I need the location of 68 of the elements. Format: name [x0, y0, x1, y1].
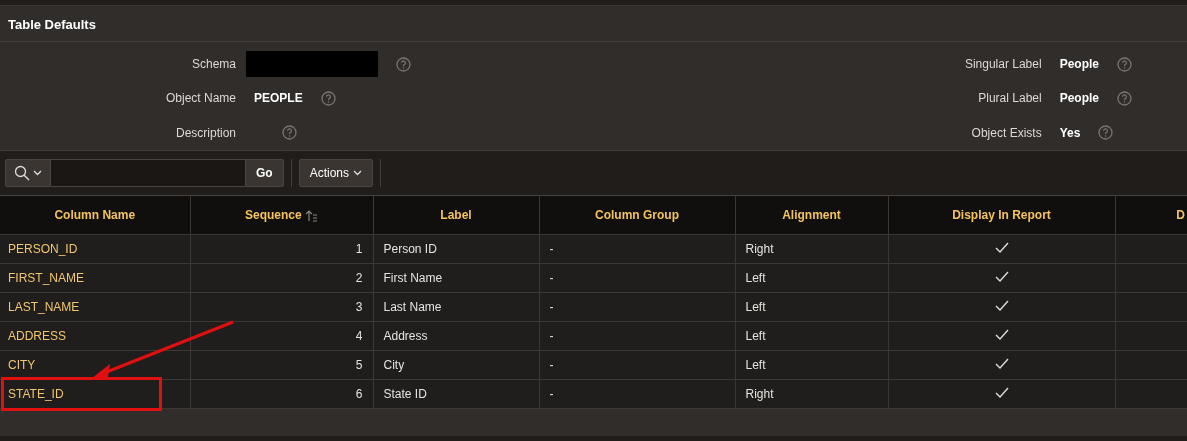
table-cell: Left	[735, 350, 888, 380]
actions-button[interactable]: Actions	[298, 159, 374, 187]
table-cell: -	[539, 292, 735, 322]
field-value: Yes	[1059, 125, 1081, 140]
field-value: People	[1059, 57, 1099, 72]
table-cell: -	[539, 350, 735, 380]
field-label: Description	[174, 125, 236, 140]
table-cell: Right	[735, 234, 888, 264]
table-cell: Person ID	[373, 234, 539, 264]
table-cell: Left	[735, 263, 888, 293]
column-header[interactable]: D	[1115, 196, 1187, 235]
caret-icon	[353, 170, 363, 176]
field-label: Singular Label	[963, 57, 1042, 72]
checkmark-icon	[994, 387, 1009, 398]
column-name-link[interactable]: ADDRESS	[8, 329, 66, 343]
table-cell: 1	[190, 234, 373, 264]
column-name-link[interactable]: LAST_NAME	[8, 300, 80, 314]
help-icon[interactable]	[1098, 125, 1114, 141]
table-cell: -	[539, 321, 735, 351]
help-icon[interactable]	[320, 91, 336, 106]
field-label: Object Name	[164, 91, 236, 106]
field-label: Object Exists	[970, 125, 1042, 140]
table-cell: State ID	[373, 379, 539, 409]
table-cell: Address	[373, 321, 539, 351]
column-header[interactable]: Label	[373, 196, 539, 235]
help-icon[interactable]	[396, 56, 411, 72]
field-label: Plural Label	[977, 91, 1042, 106]
table-cell: 4	[190, 321, 373, 351]
go-button[interactable]: Go	[245, 159, 284, 187]
help-icon[interactable]	[282, 125, 297, 141]
column-header[interactable]: Alignment	[735, 196, 888, 235]
table-cell: First Name	[373, 263, 539, 293]
table-cell: Left	[735, 292, 888, 322]
table-cell: 6	[190, 379, 373, 409]
checkmark-icon	[994, 271, 1009, 282]
table-cell: 2	[190, 263, 373, 293]
search-icon	[14, 165, 30, 181]
table-cell: City	[373, 350, 539, 380]
table-cell: -	[539, 234, 735, 264]
table-cell: -	[539, 379, 735, 409]
column-name-link[interactable]: CITY	[8, 358, 36, 372]
table-cell: Right	[735, 379, 888, 409]
checkmark-icon	[994, 242, 1009, 253]
field-value: People	[1059, 91, 1099, 106]
column-name-link[interactable]: STATE_ID	[8, 387, 64, 401]
field-label: Schema	[190, 57, 236, 72]
column-header[interactable]: Display In Report	[888, 196, 1115, 235]
sort-ascending-icon	[305, 209, 318, 222]
region-title: Table Defaults	[8, 17, 96, 32]
search-field[interactable]	[51, 159, 245, 187]
checkmark-icon	[994, 329, 1009, 340]
table-cell: 5	[190, 350, 373, 380]
field-value: PEOPLE	[254, 91, 303, 106]
table-cell: 3	[190, 292, 373, 322]
column-name-link[interactable]: PERSON_ID	[8, 242, 78, 256]
checkmark-icon	[994, 358, 1009, 369]
column-header[interactable]: Column Group	[539, 196, 735, 235]
search-menu[interactable]	[5, 159, 51, 187]
checkmark-icon	[994, 300, 1009, 311]
table-cell: -	[539, 263, 735, 293]
column-name-link[interactable]: FIRST_NAME	[8, 271, 84, 285]
help-icon[interactable]	[1117, 91, 1132, 106]
column-header[interactable]: Column Name	[0, 196, 190, 235]
caret-icon	[33, 170, 42, 176]
column-header[interactable]: Sequence	[190, 196, 373, 235]
table-cell: Last Name	[373, 292, 539, 322]
table-cell: Left	[735, 321, 888, 351]
help-icon[interactable]	[1117, 56, 1132, 72]
